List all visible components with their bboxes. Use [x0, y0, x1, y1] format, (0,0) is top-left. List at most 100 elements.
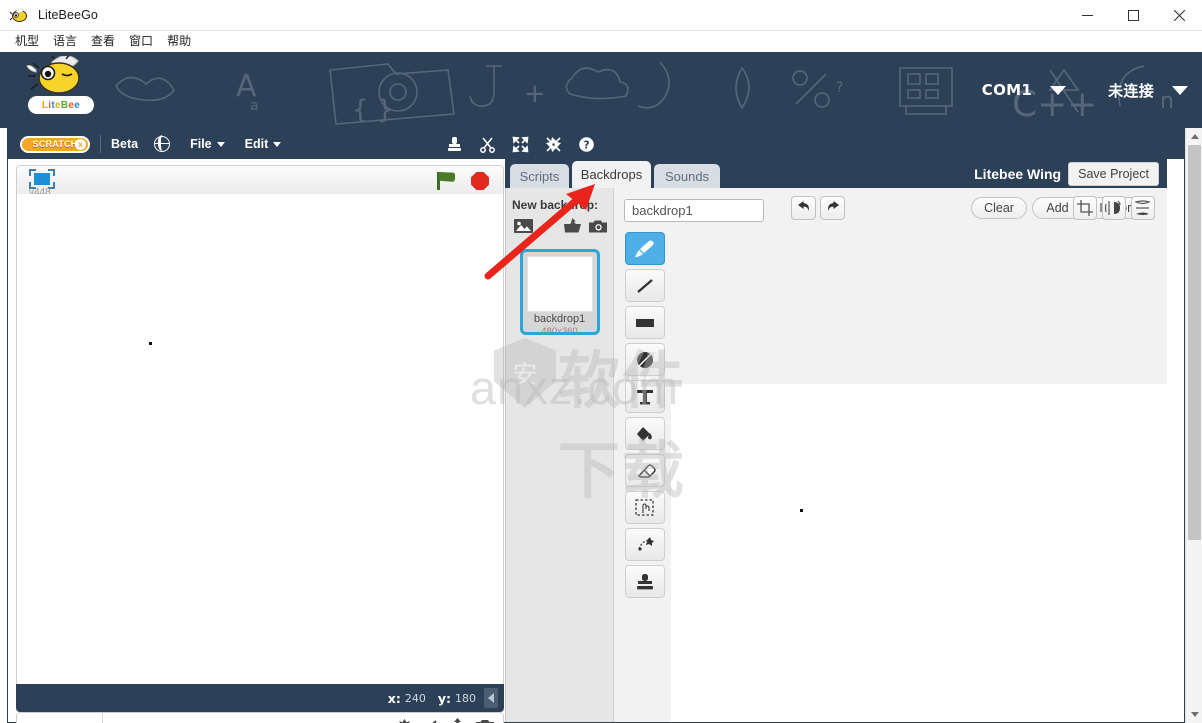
coord-x-label: x:: [387, 690, 401, 706]
brush-tool[interactable]: [625, 232, 665, 265]
editor-tabs: Scripts Backdrops Sounds Litebee Wing Sa…: [505, 159, 1167, 188]
editor-body: New backdrop: backdrop1 480x360 backdrop…: [505, 188, 1174, 722]
upload-backdrop-icon[interactable]: [563, 218, 582, 239]
scratch-logo-text: SCRATCH: [32, 139, 78, 149]
bee-icon: [9, 5, 29, 25]
undo-icon[interactable]: [791, 196, 816, 220]
ellipse-tool[interactable]: [625, 343, 665, 376]
stage-panel: v448 x: 240 y: 180: [16, 165, 504, 713]
window-titlebar: LiteBeeGo: [0, 0, 1202, 31]
stage-canvas[interactable]: [16, 194, 504, 684]
menu-model[interactable]: 机型: [8, 31, 46, 52]
paint-editor: backdrop1 Clear Add: [615, 188, 1174, 722]
chevron-down-icon: [1172, 85, 1188, 95]
stamp-tool[interactable]: [625, 565, 665, 598]
tab-scripts[interactable]: Scripts: [510, 164, 569, 188]
green-flag-icon[interactable]: [437, 172, 457, 190]
text-tool[interactable]: [625, 380, 665, 413]
menu-window[interactable]: 窗口: [122, 31, 160, 52]
beta-label: Beta: [111, 137, 139, 151]
window-title: LiteBeeGo: [38, 8, 98, 22]
save-project-button[interactable]: Save Project: [1068, 161, 1159, 186]
svg-text:+: +: [524, 79, 546, 109]
scroll-down-button[interactable]: [1186, 706, 1202, 723]
scratch-logo[interactable]: SCRATCH x: [20, 135, 90, 153]
collapse-arrow-icon[interactable]: [484, 688, 498, 708]
scratch-app: SCRATCH x Beta File Edit ? v448 x: 240 y…: [7, 128, 1186, 723]
rectangle-tool[interactable]: [625, 306, 665, 339]
connection-status-label: 未连接: [1108, 81, 1154, 100]
paint-sprite-icon[interactable]: [422, 718, 439, 723]
vertical-scrollbar[interactable]: [1185, 128, 1202, 723]
coord-x-value: 240: [404, 691, 426, 705]
sprites-column: Sprites New sprite:: [104, 713, 503, 723]
eraser-tool[interactable]: [625, 454, 665, 487]
select-tool[interactable]: [625, 491, 665, 524]
close-button[interactable]: [1156, 0, 1202, 31]
com-port-selector[interactable]: COM1: [981, 81, 1067, 99]
upload-sprite-icon[interactable]: [448, 717, 467, 723]
sprite-library-icon[interactable]: [396, 718, 413, 723]
camera-backdrop-icon[interactable]: [589, 219, 608, 239]
scratch-logo-badge: x: [75, 139, 86, 150]
menu-help[interactable]: 帮助: [160, 31, 198, 52]
menu-view[interactable]: 查看: [84, 31, 122, 52]
paint-toolbar: backdrop1 Clear Add: [615, 188, 1167, 235]
redo-icon[interactable]: [820, 196, 845, 220]
tab-backdrops[interactable]: Backdrops: [572, 161, 651, 188]
divider: [100, 135, 101, 153]
maximize-button[interactable]: [1110, 0, 1156, 31]
line-tool[interactable]: [625, 269, 665, 302]
flip-horizontal-icon[interactable]: [1102, 196, 1126, 220]
crop-icon[interactable]: [1073, 196, 1097, 220]
globe-icon[interactable]: [153, 136, 171, 152]
scrollbar-thumb[interactable]: [1188, 145, 1201, 540]
reshape-tool[interactable]: [625, 528, 665, 561]
coord-y-value: 180: [455, 691, 476, 705]
chevron-down-icon: [216, 141, 225, 147]
connection-status-selector[interactable]: 未连接: [1108, 80, 1188, 101]
scratch-tool-icons: ?: [446, 129, 595, 159]
paint-tool-palette: [625, 232, 671, 602]
canvas-dot: [800, 509, 803, 512]
tab-sounds[interactable]: Sounds: [654, 164, 720, 188]
chevron-down-icon: [1050, 85, 1067, 95]
editor-header-right: Litebee Wing Save Project: [974, 159, 1159, 188]
svg-text:?: ?: [836, 80, 843, 96]
fullscreen-icon[interactable]: [29, 169, 55, 189]
edit-menu[interactable]: Edit: [245, 137, 282, 151]
clear-button[interactable]: Clear: [971, 197, 1027, 219]
stamp-icon[interactable]: [446, 136, 463, 153]
minimize-button[interactable]: [1064, 0, 1110, 31]
brand-header: A a ? C++ { } + n LiteBee COM1 未连接: [0, 52, 1202, 128]
file-menu-label: File: [190, 137, 212, 151]
backdrop-item-size: 480x360: [541, 326, 578, 337]
stage-coordinates: x: 240 y: 180: [388, 691, 476, 706]
svg-text:{ }: { }: [352, 95, 393, 125]
camera-sprite-icon[interactable]: [476, 718, 495, 723]
flip-vertical-icon[interactable]: [1131, 196, 1155, 220]
edit-menu-label: Edit: [244, 137, 269, 151]
backdrop-library-icon[interactable]: [514, 218, 533, 239]
grow-icon[interactable]: [512, 136, 529, 153]
device-label: Litebee Wing: [974, 165, 1062, 182]
paint-canvas[interactable]: [671, 384, 1174, 722]
help-icon[interactable]: ?: [578, 136, 595, 153]
backdrop-item[interactable]: backdrop1 480x360: [519, 249, 600, 337]
window-controls: [1064, 0, 1202, 31]
stage-footer: x: 240 y: 180: [16, 684, 504, 712]
scroll-up-button[interactable]: [1186, 128, 1202, 145]
scissors-icon[interactable]: [479, 136, 496, 153]
fill-tool[interactable]: [625, 417, 665, 450]
menu-language[interactable]: 语言: [46, 31, 84, 52]
backdrop-name-input[interactable]: backdrop1: [624, 199, 764, 222]
com-port-label: COM1: [981, 81, 1033, 99]
app-window: LiteBeeGo 机型 语言 查看 窗口 帮助 A a ? C++ {} +…: [0, 0, 1202, 723]
paint-backdrop-icon[interactable]: [540, 218, 556, 239]
stop-icon[interactable]: [471, 172, 489, 190]
stage-selector-column: Stage 1 backdrop New backdrop:: [17, 713, 103, 723]
shrink-icon[interactable]: [545, 136, 562, 153]
file-menu[interactable]: File: [190, 137, 225, 151]
backdrop-list-header: New backdrop:: [512, 198, 599, 212]
litebee-logo: LiteBee: [26, 53, 98, 126]
